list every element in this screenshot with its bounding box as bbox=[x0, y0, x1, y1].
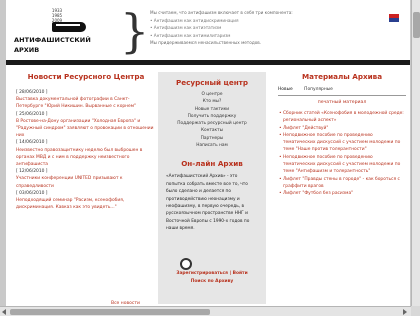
material-item[interactable]: • Лифлет "Правды стены в городе" - как б… bbox=[278, 176, 406, 191]
scroll-right-icon[interactable] bbox=[403, 309, 407, 315]
material-item[interactable]: • Сборник статей «Ксенофобия в молодежно… bbox=[278, 110, 406, 125]
tab-new[interactable]: Новые bbox=[278, 87, 293, 92]
tagline: Мы считаем, что антифашизм включает в се… bbox=[150, 9, 370, 47]
news-text[interactable]: Неподходящий семинар "Расизм, ксенофобия… bbox=[16, 197, 156, 211]
materials-title: Материалы Архива bbox=[301, 72, 383, 81]
news-column: Новости Ресурсного Центра [ 28/06/2010 ]… bbox=[16, 72, 156, 306]
record-icon bbox=[180, 258, 192, 270]
news-title: Новости Ресурсного Центра bbox=[27, 72, 145, 81]
news-date: [ 28/06/2010 ] bbox=[16, 90, 48, 95]
news-item[interactable]: [ 25/06/2010 ] В Ростове-на-Дону организа… bbox=[16, 111, 156, 140]
material-item[interactable]: • Неподвижное пособие по проведению тема… bbox=[278, 154, 406, 176]
materials-column: Материалы Архива Новые Популярные печатн… bbox=[278, 72, 406, 198]
register-link[interactable]: Зарегистрироваться bbox=[176, 271, 228, 276]
menu-item-who[interactable]: Кто мы? bbox=[158, 98, 266, 105]
header-bar bbox=[6, 60, 410, 65]
tagline-intro: Мы считаем, что антифашизм включает в се… bbox=[150, 10, 293, 15]
online-archive-text: «Антифашистский Архив» - это попытка соб… bbox=[166, 174, 250, 232]
news-date: [ 14/06/2010 ] bbox=[16, 140, 48, 146]
printed-material-heading[interactable]: печатный материал bbox=[278, 100, 406, 105]
news-item[interactable]: [ 03/06/2010 ] Неподходящий семинар "Раси… bbox=[16, 190, 156, 212]
page: 1933 1985 2009 АНТИФАШИСТСКИЙ АРХИВ } Мы… bbox=[6, 0, 410, 306]
vertical-scroll-thumb[interactable] bbox=[413, 12, 420, 38]
menu-item-about[interactable]: О центре bbox=[158, 91, 266, 98]
news-date: [ 25/06/2010 ] bbox=[16, 111, 48, 117]
online-archive-title: Он-лайн Архив bbox=[181, 159, 243, 169]
menu-item-support-center[interactable]: Поддержать ресурсный центр bbox=[158, 120, 266, 127]
material-item[interactable]: • Лифлет "Футбол без расизма" bbox=[278, 190, 406, 197]
tab-popular[interactable]: Популярные bbox=[304, 87, 333, 92]
material-item[interactable]: • Неподвижное пособие по проведению тема… bbox=[278, 132, 406, 154]
menu-item-partners[interactable]: Партнеры bbox=[158, 135, 266, 142]
news-list: [ 28/06/2010 ] Выставка документальной фо… bbox=[16, 89, 156, 211]
fist-icon bbox=[52, 22, 86, 32]
news-text[interactable]: Выставка документальной фотографии в Сан… bbox=[16, 96, 156, 110]
logo-title: АНТИФАШИСТСКИЙ bbox=[14, 36, 91, 44]
materials-list: • Сборник статей «Ксенофобия в молодежно… bbox=[278, 110, 406, 198]
news-item[interactable]: [ 14/06/2010 ] Неизвестно правозащитнику … bbox=[16, 139, 156, 168]
horizontal-scroll-thumb[interactable] bbox=[10, 309, 210, 315]
resource-center-column: Ресурсный центр О центре Кто мы? Новые т… bbox=[158, 72, 266, 304]
tagline-bullet: • Антифашизм как антиэтатизм bbox=[150, 25, 222, 30]
resource-center-title: Ресурсный центр bbox=[176, 78, 248, 87]
brace-icon: } bbox=[120, 4, 150, 58]
logo-subtitle: АРХИВ bbox=[14, 46, 40, 54]
tagline-bullet: • Антифашизм как антимилитаризм bbox=[150, 32, 231, 38]
header: 1933 1985 2009 АНТИФАШИСТСКИЙ АРХИВ } Мы… bbox=[6, 0, 410, 64]
resource-menu: О центре Кто мы? Новые тактики Получить … bbox=[158, 91, 266, 149]
news-date: [ 03/06/2010 ] bbox=[16, 190, 48, 196]
logo-years: 1933 1985 2009 bbox=[51, 8, 63, 23]
menu-item-contacts[interactable]: Контакты bbox=[158, 127, 266, 134]
archive-search-link[interactable]: Поиск по Архиву bbox=[164, 278, 260, 286]
news-item[interactable]: [ 12/06/2010 ] Участники конференции UNIT… bbox=[16, 168, 156, 190]
language-flag-icon[interactable] bbox=[389, 14, 399, 22]
scrollbar-corner bbox=[411, 306, 420, 316]
material-item[interactable]: • Лифлет "Действуй" bbox=[278, 125, 406, 132]
logo[interactable]: 1933 1985 2009 АНТИФАШИСТСКИЙ АРХИВ bbox=[12, 6, 122, 58]
news-text[interactable]: Участники конференции UNITED призывают к… bbox=[16, 175, 156, 189]
menu-item-tactics[interactable]: Новые тактики bbox=[158, 106, 266, 113]
menu-item-write[interactable]: Написать нам bbox=[158, 142, 266, 149]
auth-links: Зарегистрироваться | Войти Поиск по Архи… bbox=[164, 270, 260, 285]
vertical-scrollbar[interactable] bbox=[411, 0, 420, 306]
news-text[interactable]: Неизвестно правозащитнику неделю был выб… bbox=[16, 147, 156, 169]
horizontal-scrollbar[interactable] bbox=[0, 306, 411, 316]
login-link[interactable]: Войти bbox=[233, 271, 248, 276]
menu-item-get-support[interactable]: Получить поддержку bbox=[158, 113, 266, 120]
news-date: [ 12/06/2010 ] bbox=[16, 169, 48, 175]
news-text[interactable]: В Ростове-на-Дону организации "Холодная … bbox=[16, 118, 156, 140]
tagline-outro: Мы придерживаемся ненасильственных метод… bbox=[150, 40, 262, 45]
scroll-left-icon[interactable] bbox=[2, 309, 6, 315]
materials-tabs: Новые Популярные bbox=[278, 87, 406, 96]
flag-stripe-bottom bbox=[389, 18, 399, 22]
tagline-bullet: • Антифашизм как антидискриминация bbox=[150, 17, 239, 23]
news-item[interactable]: [ 28/06/2010 ] Выставка документальной фо… bbox=[16, 89, 156, 111]
